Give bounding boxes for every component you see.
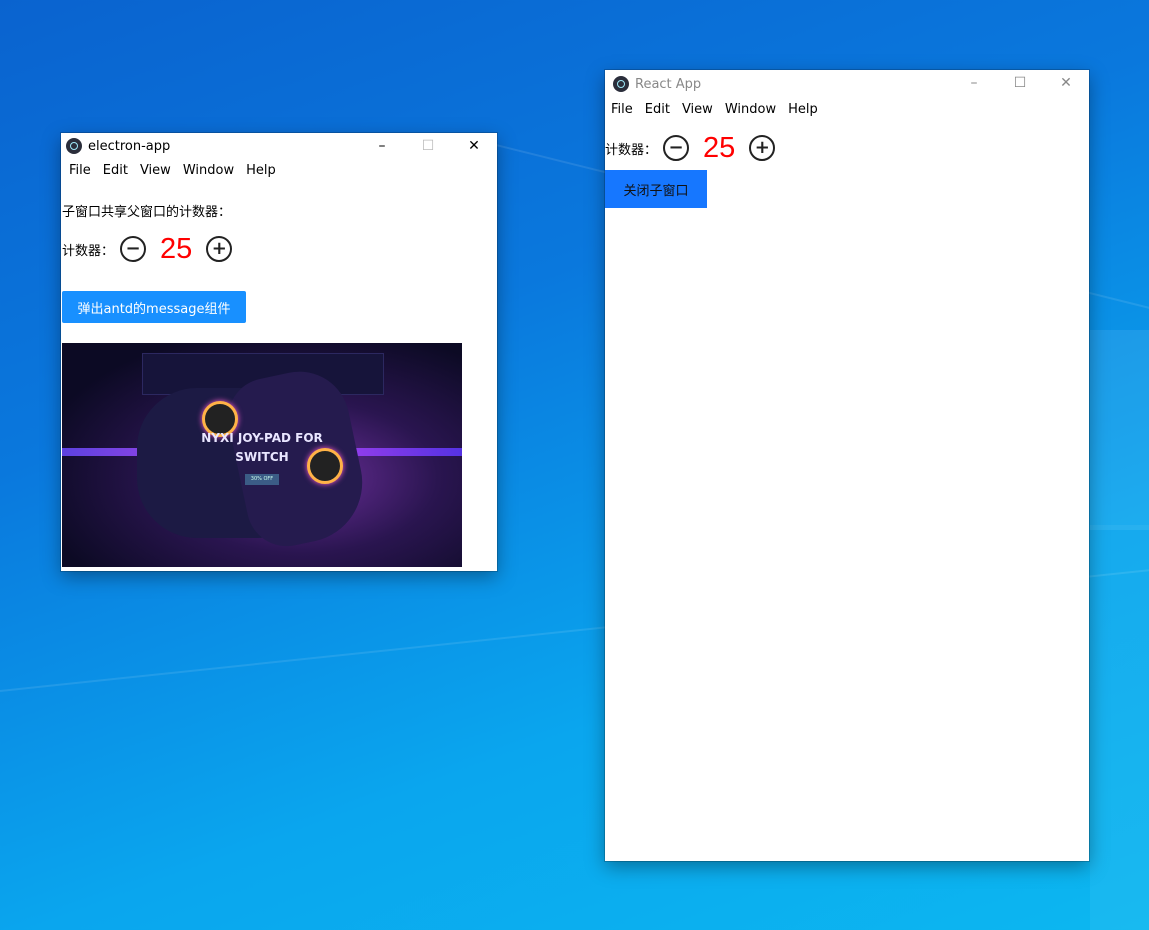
window-title: React App [635,76,702,92]
title-bar[interactable]: electron-app – ☐ ✕ [61,133,497,159]
menu-edit[interactable]: Edit [97,163,134,178]
menu-file[interactable]: File [63,163,97,178]
increment-icon[interactable]: + [206,236,233,262]
close-child-window-button[interactable]: 关闭子窗口 [605,170,707,208]
menu-help[interactable]: Help [240,163,282,178]
counter: 计数器： − 25 + [605,128,781,168]
menu-window[interactable]: Window [719,102,782,117]
product-banner-image: NYXI JOY-PAD FOR SWITCH 30% OFF [62,343,462,567]
title-bar[interactable]: React App – ☐ ✕ [605,70,1089,98]
minimize-icon[interactable]: – [951,70,997,96]
react-app-window[interactable]: React App – ☐ ✕ File Edit View Window He… [605,70,1089,861]
banner-title-line1: NYXI JOY-PAD FOR [201,431,323,445]
window-controls: – ☐ ✕ [359,133,497,159]
maximize-icon[interactable]: ☐ [405,133,451,159]
menu-help[interactable]: Help [782,102,824,117]
menu-view[interactable]: View [676,102,719,117]
counter-value: 25 [703,131,736,164]
window-title: electron-app [88,138,171,154]
show-message-button[interactable]: 弹出antd的message组件 [62,291,246,323]
counter-label: 计数器： [605,142,658,158]
menu-edit[interactable]: Edit [639,102,676,117]
desktop-pane [1090,525,1149,930]
window-controls: – ☐ ✕ [951,70,1089,98]
menu-bar: File Edit View Window Help [61,159,497,181]
banner-title: NYXI JOY-PAD FOR SWITCH [62,429,462,467]
electron-icon [66,138,82,154]
electron-app-window[interactable]: electron-app – ☐ ✕ File Edit View Window… [61,133,497,571]
minimize-icon[interactable]: – [359,133,405,159]
menu-view[interactable]: View [134,163,177,178]
close-icon[interactable]: ✕ [451,133,497,159]
counter-label: 计数器： [62,243,115,259]
menu-window[interactable]: Window [177,163,240,178]
shared-counter-heading: 子窗口共享父窗口的计数器： [62,205,232,220]
increment-icon[interactable]: + [749,135,776,161]
menu-bar: File Edit View Window Help [605,98,1089,120]
desktop-pane [1090,330,1149,530]
decrement-icon[interactable]: − [663,135,690,161]
banner-title-line2: SWITCH [235,450,289,464]
counter: 计数器： − 25 + [62,229,238,269]
decrement-icon[interactable]: − [120,236,147,262]
counter-value: 25 [160,232,193,265]
banner-tag: 30% OFF [245,474,279,485]
electron-icon [613,76,629,92]
maximize-icon[interactable]: ☐ [997,70,1043,96]
close-icon[interactable]: ✕ [1043,70,1089,96]
menu-file[interactable]: File [605,102,639,117]
